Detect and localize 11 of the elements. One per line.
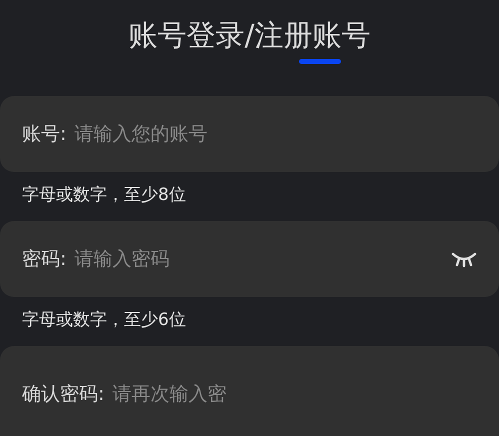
input-field[interactable]: 请输入您的账号 (74, 123, 477, 145)
field-label: 确认密码: (22, 382, 104, 407)
tab-indicator (299, 59, 341, 64)
closed-eye-icon[interactable] (451, 250, 477, 268)
hint-text: 字母或数字，至少8位 (21, 184, 187, 207)
input-field[interactable]: 请输入密码 (74, 248, 443, 270)
field-label: 密码: (22, 247, 66, 272)
hint-text: 字母或数字，至少6位 (21, 309, 187, 332)
field-label: 账号: (22, 122, 66, 147)
input-field[interactable]: 请再次输入密 (112, 383, 477, 405)
page-title: 账号登录/注册账号 (128, 17, 370, 54)
